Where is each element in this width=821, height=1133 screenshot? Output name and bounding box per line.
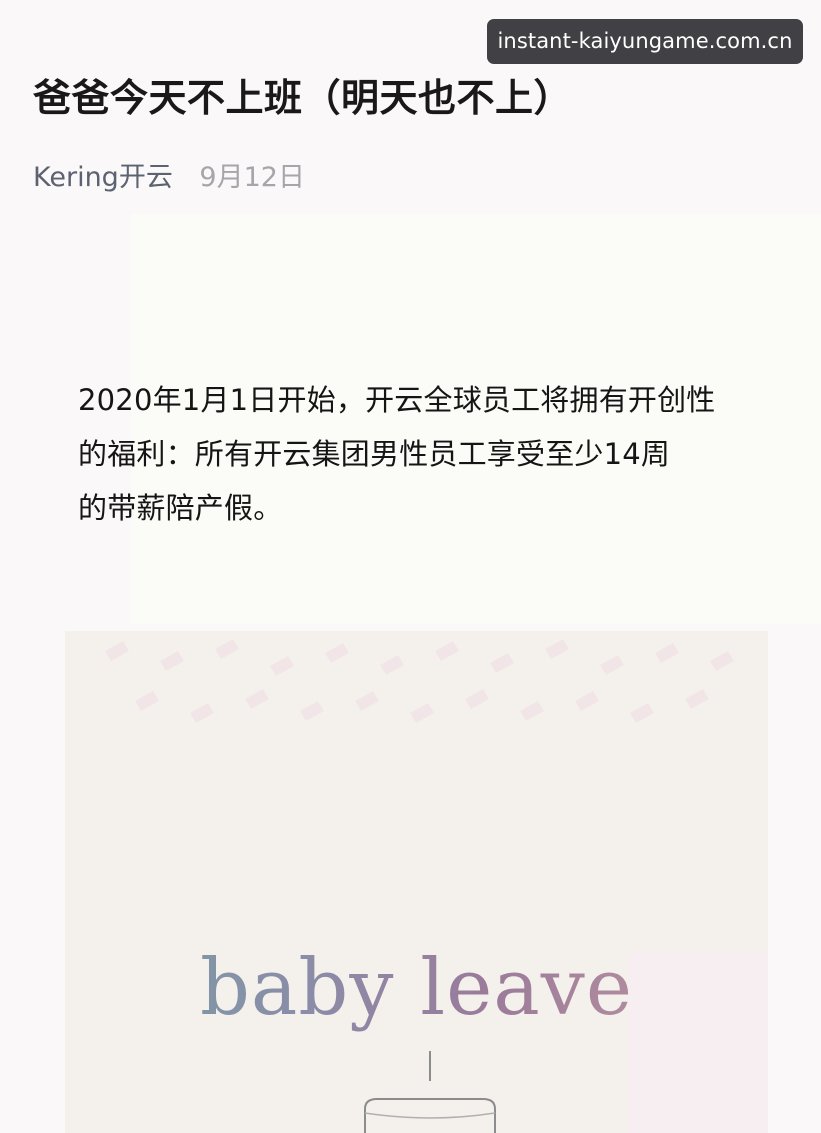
baby-leave-poster: baby leave <box>65 631 768 1133</box>
paragraph-line: 的带薪陪产假。 <box>78 491 283 525</box>
article-paragraph: 2020年1月1日开始，开云全球员工将拥有开创性 的福利：所有开云集团男性员工享… <box>78 373 788 535</box>
paragraph-line: 的福利：所有开云集团男性员工享受至少14周 <box>78 437 671 471</box>
account-name-link[interactable]: Kering开云 <box>33 162 173 193</box>
paragraph-line: 2020年1月1日开始，开云全球员工将拥有开创性 <box>78 383 716 417</box>
poster-pattern <box>105 639 734 723</box>
watermark-text: instant-kaiyungame.com.cn <box>497 29 793 53</box>
watermark-badge: instant-kaiyungame.com.cn <box>487 19 803 64</box>
baby-leave-headline: baby leave <box>65 943 768 1033</box>
article-meta: Kering开云 9月12日 <box>33 155 305 194</box>
article-title: 爸爸今天不上班（明天也不上） <box>33 76 573 120</box>
cake-outline-icon <box>364 1051 496 1133</box>
publish-date: 9月12日 <box>199 162 305 193</box>
